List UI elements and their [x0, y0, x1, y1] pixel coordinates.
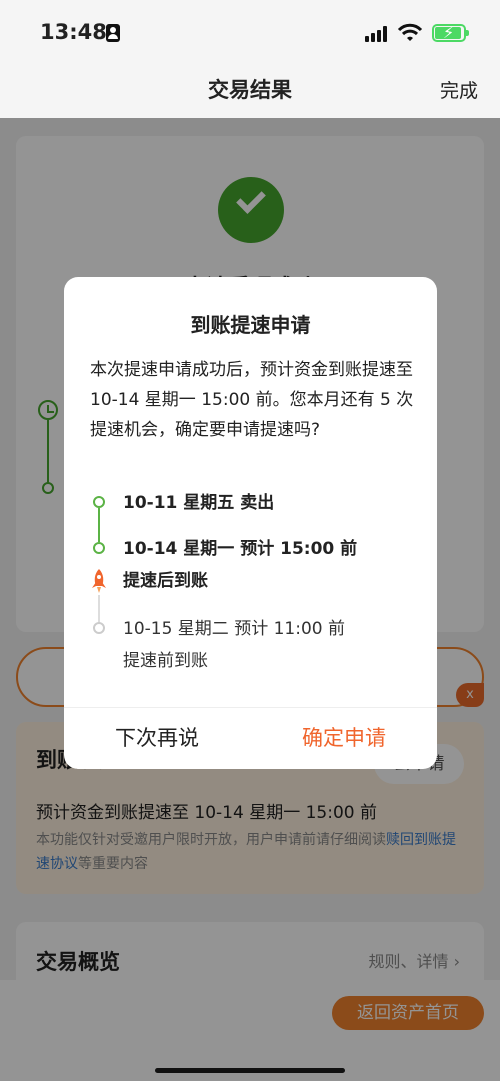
timeline-dot-normal — [93, 622, 105, 634]
status-time: 13:48 — [40, 20, 107, 44]
timeline-step-speedup-label: 提速后到账 — [123, 571, 208, 591]
timeline-line-2 — [98, 595, 100, 623]
timeline-dot-speedup — [93, 542, 105, 554]
timeline-dot-sell — [93, 496, 105, 508]
speedup-dialog: 到账提速申请 本次提速申请成功后，预计资金到账提速至 10-14 星期一 15:… — [64, 277, 437, 769]
dialog-title: 到账提速申请 — [190, 313, 311, 337]
timeline-line-1 — [98, 508, 100, 542]
timeline-step-sell: 10-11 星期五 卖出 — [123, 493, 275, 513]
timeline-step-normal-date: 10-15 星期二 预计 11:00 前 — [123, 619, 346, 639]
cellular-signal-icon — [365, 26, 389, 42]
done-button[interactable]: 完成 — [440, 76, 478, 103]
rocket-icon — [92, 569, 106, 593]
confirm-apply-button[interactable]: 确定申请 — [251, 708, 437, 769]
timeline-step-speedup-date: 10-14 星期一 预计 15:00 前 — [123, 539, 358, 559]
battery-charging-icon: ⚡ — [432, 23, 469, 42]
later-button[interactable]: 下次再说 — [64, 708, 250, 769]
timeline-step-normal-label: 提速前到账 — [123, 651, 208, 671]
nav-bar: 交易结果 完成 — [0, 64, 500, 118]
home-indicator[interactable] — [155, 1068, 345, 1073]
dialog-body: 本次提速申请成功后，预计资金到账提速至 10-14 星期一 15:00 前。您本… — [90, 360, 414, 440]
contact-card-icon — [106, 24, 120, 42]
wifi-icon — [398, 23, 422, 41]
status-bar: 13:48 ⚡ — [0, 0, 500, 64]
page-title: 交易结果 — [208, 78, 292, 102]
